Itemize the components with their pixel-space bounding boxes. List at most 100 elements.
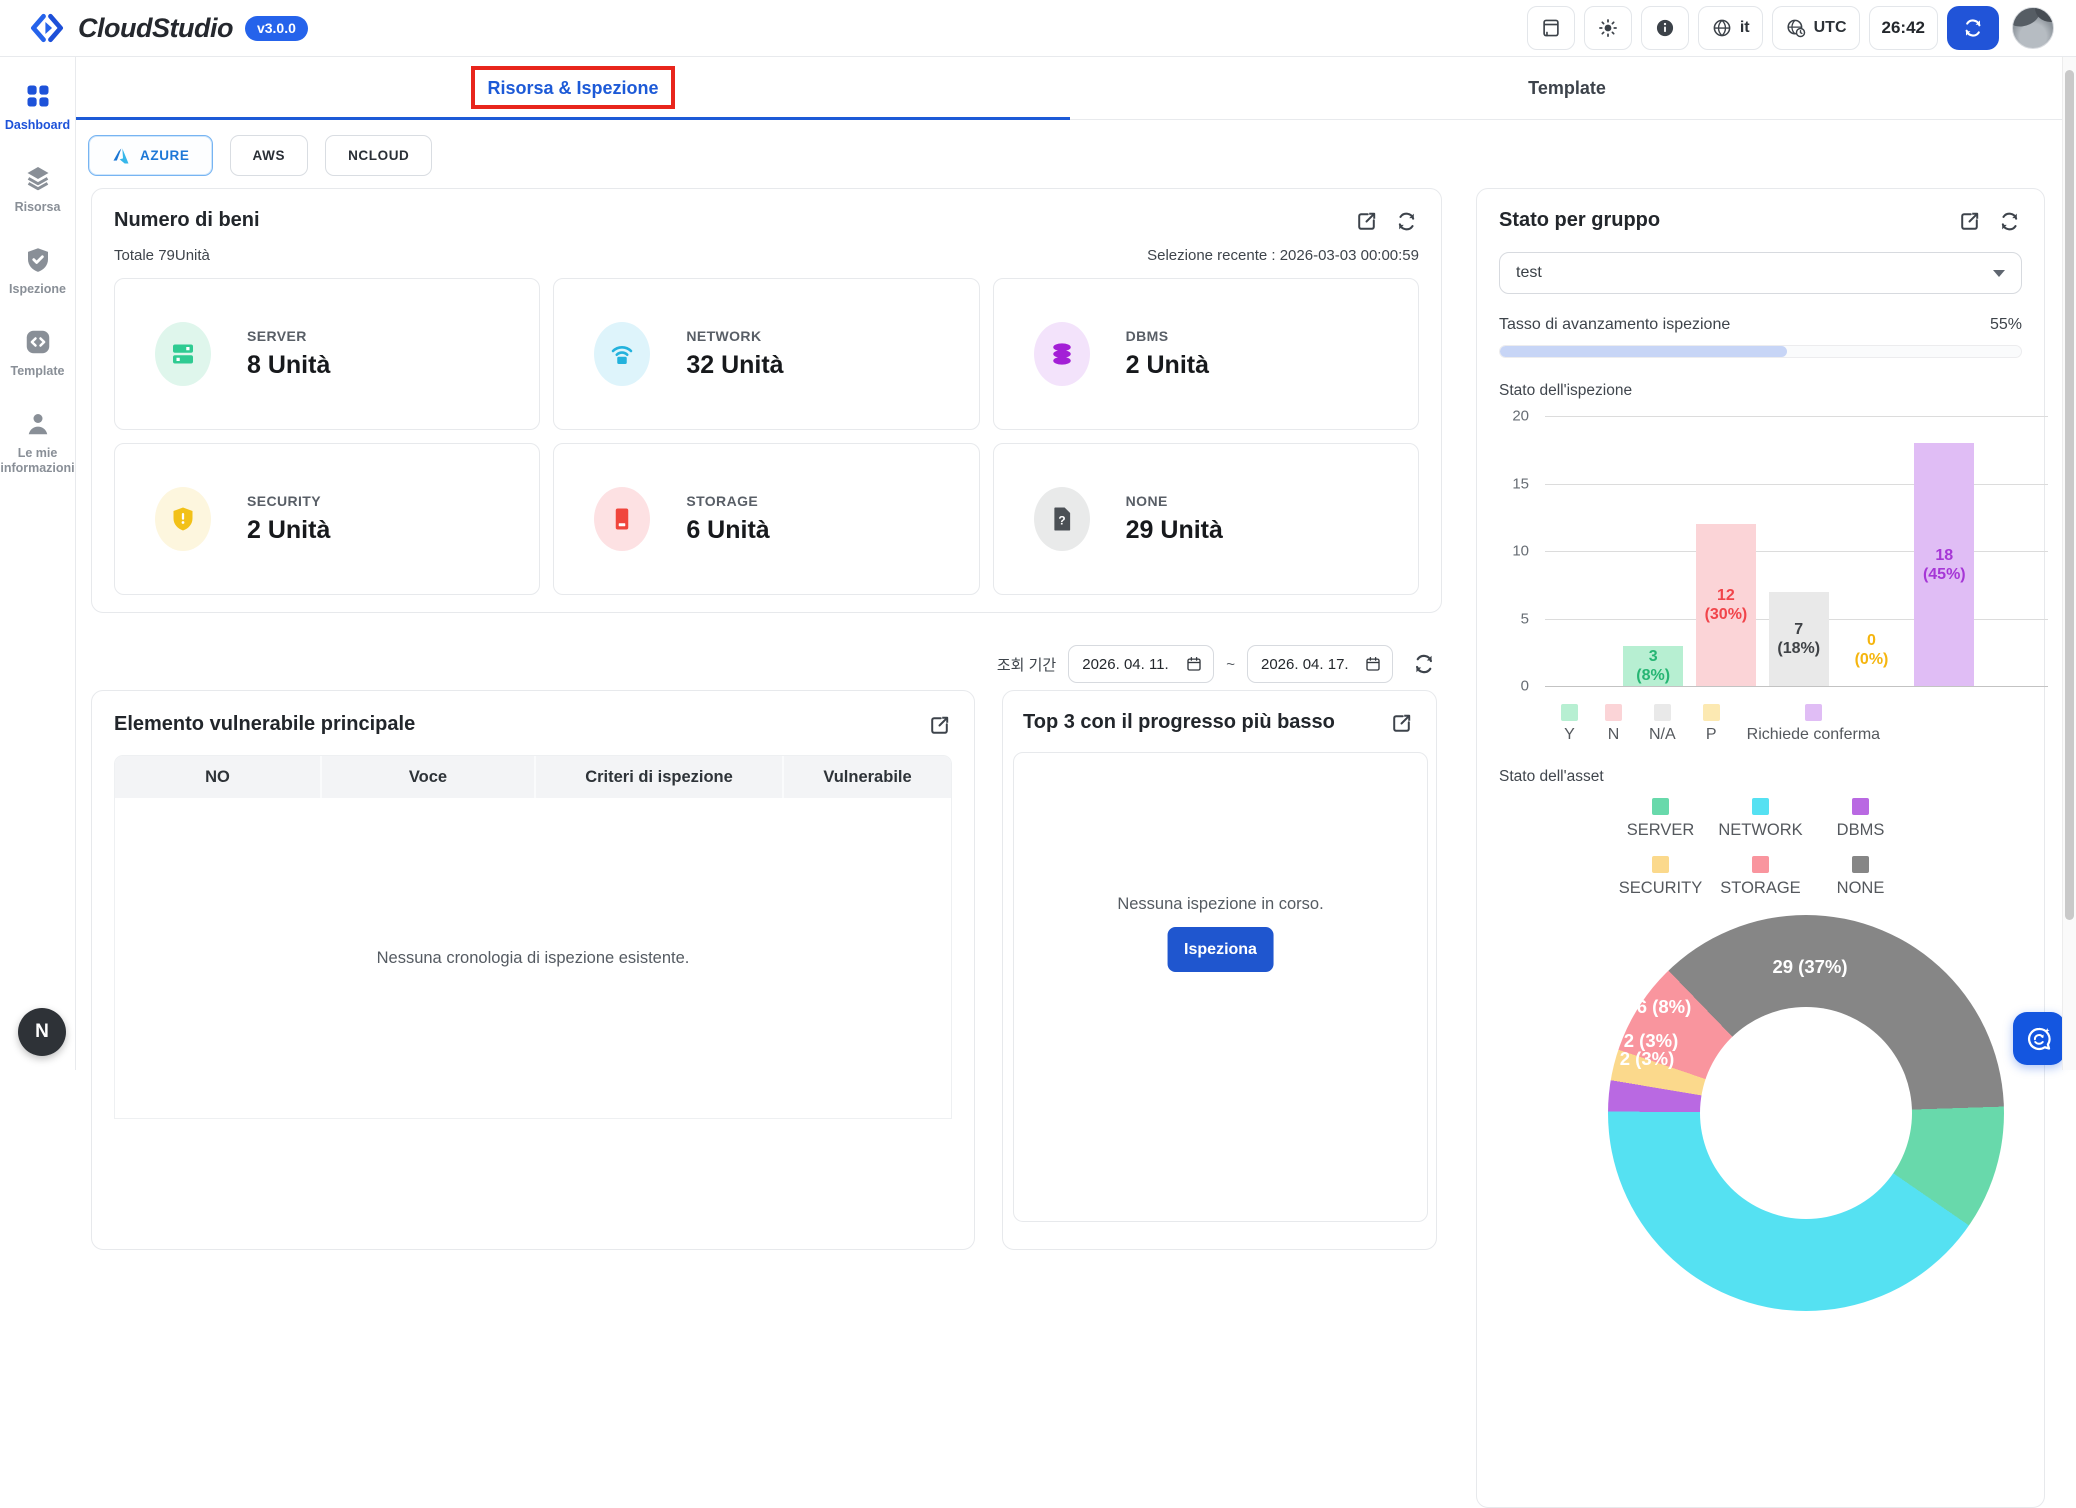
asset-legend-swatch: [1852, 856, 1869, 873]
timezone-button[interactable]: UTC: [1772, 6, 1860, 50]
gridline: [1545, 416, 2048, 417]
date-refresh-icon[interactable]: [1411, 651, 1437, 677]
assets-recent-label: Selezione recente : 2026-03-03 00:00:59: [1147, 247, 1419, 264]
reload-icon[interactable]: [1997, 209, 2022, 234]
table-empty-message: Nessuna cronologia di ispezione esistent…: [115, 798, 951, 1118]
version-badge: v3.0.0: [245, 16, 308, 41]
legend-label: P: [1706, 726, 1717, 744]
file-question-icon: ?: [1047, 504, 1077, 534]
theme-button[interactable]: [1584, 6, 1632, 50]
legend-item: N: [1605, 704, 1622, 744]
locale-button[interactable]: it: [1698, 6, 1763, 50]
page-scrollbar: [2062, 57, 2076, 1070]
topbar: CloudStudio v3.0.0 it UTC 26:42: [0, 0, 2076, 57]
asset-legend-label: NETWORK: [1718, 821, 1802, 840]
assets-total-label: Totale 79Unità: [114, 247, 210, 264]
info-button[interactable]: [1641, 6, 1689, 50]
open-external-icon[interactable]: [1957, 209, 1982, 234]
grid-icon: [23, 81, 53, 111]
timezone-button-label: UTC: [1814, 19, 1847, 37]
legend-item: Y: [1561, 704, 1578, 744]
provider-ncloud-button[interactable]: NCLOUD: [325, 135, 432, 176]
asset-tile-dbms[interactable]: DBMS2 Unità: [993, 278, 1419, 430]
asset-legend-swatch: [1852, 798, 1869, 815]
sun-icon: [1597, 17, 1619, 39]
calendar-icon: [1364, 655, 1382, 673]
tile-icon-wrap: [594, 322, 650, 386]
open-external-icon[interactable]: [1354, 209, 1379, 234]
globe-icon: [1711, 17, 1733, 39]
bar-value-label: 12 (30%): [1705, 586, 1748, 624]
sidebar-item-ispezione[interactable]: Ispezione: [0, 245, 76, 297]
manual-button[interactable]: [1527, 6, 1575, 50]
logo-group[interactable]: CloudStudio v3.0.0: [28, 9, 308, 47]
topbar-actions: it UTC 26:42: [1527, 6, 2054, 50]
asset-tile-none[interactable]: ?NONE29 Unità: [993, 443, 1419, 595]
refresh-button[interactable]: [1947, 6, 1999, 50]
scrollbar-thumb[interactable]: [2065, 70, 2074, 920]
vulnerable-card-title: Elemento vulnerabile principale: [114, 713, 415, 736]
tile-name: NETWORK: [686, 328, 783, 344]
legend-label: N/A: [1649, 726, 1676, 744]
table-column-header: Criteri di ispezione: [536, 756, 784, 798]
reload-icon[interactable]: [1394, 209, 1419, 234]
session-timer[interactable]: 26:42: [1869, 6, 1938, 50]
asset-tile-security[interactable]: SECURITY2 Unità: [114, 443, 540, 595]
shield-check-icon: [23, 245, 53, 275]
group-select[interactable]: test: [1499, 252, 2022, 294]
donut-hole: [1700, 1007, 1912, 1219]
tile-icon-wrap: [1034, 322, 1090, 386]
legend-item: N/A: [1649, 704, 1676, 744]
gridline: [1545, 686, 2048, 687]
date-to-value: 2026. 04. 17.: [1261, 656, 1349, 673]
date-from-input[interactable]: 2026. 04. 11.: [1068, 645, 1214, 683]
asset-legend-item: NETWORK: [1711, 798, 1811, 840]
legend-label: N: [1608, 726, 1620, 744]
date-to-input[interactable]: 2026. 04. 17.: [1247, 645, 1393, 683]
asset-legend-label: NONE: [1837, 879, 1885, 898]
donut-slice-label: 2 (3%): [1620, 1048, 1675, 1070]
person-icon: [23, 409, 53, 439]
bar-value-label: 7 (18%): [1777, 620, 1820, 658]
inspect-button[interactable]: Ispeziona: [1167, 927, 1274, 972]
open-external-icon[interactable]: [1389, 711, 1414, 736]
legend-swatch: [1703, 704, 1720, 721]
tile-value: 29 Unità: [1126, 516, 1223, 545]
sidebar-item-template[interactable]: Template: [0, 327, 76, 379]
asset-tile-server[interactable]: SERVER8 Unità: [114, 278, 540, 430]
server-icon: [168, 339, 198, 369]
y-axis-tick: 10: [1499, 543, 1529, 560]
tab-template[interactable]: Template: [1070, 57, 2064, 119]
inspection-chart-label: Stato dell'ispezione: [1499, 382, 2022, 400]
locale-button-label: it: [1740, 19, 1750, 37]
provider-azure-button[interactable]: AZURE: [88, 135, 213, 176]
ai-chat-button[interactable]: [2013, 1012, 2065, 1065]
tile-name: DBMS: [1126, 328, 1209, 344]
sidebar: Dashboard Risorsa Ispezione Template Le mie …: [0, 57, 76, 1070]
date-filter-label: 조회 기간: [997, 654, 1056, 675]
sidebar-item-label: Dashboard: [5, 118, 70, 133]
sidebar-item-label: Risorsa: [15, 200, 61, 215]
asset-chart-label: Stato dell'asset: [1499, 768, 2022, 786]
provider-aws-button[interactable]: AWS: [230, 135, 309, 176]
tile-icon-wrap: ?: [1034, 487, 1090, 551]
sidebar-item-label: Template: [11, 364, 65, 379]
calendar-icon: [1185, 655, 1203, 673]
sidebar-item-le-mie-informazioni[interactable]: Le mie informazioni: [0, 409, 76, 476]
tab-risorsa-ispezione[interactable]: Risorsa & Ispezione: [76, 57, 1070, 119]
asset-tile-network[interactable]: NETWORK32 Unità: [553, 278, 979, 430]
user-avatar[interactable]: [2012, 7, 2054, 49]
y-axis-tick: 20: [1499, 408, 1529, 425]
sidebar-item-dashboard[interactable]: Dashboard: [0, 81, 76, 133]
sidebar-item-risorsa[interactable]: Risorsa: [0, 163, 76, 215]
database-icon: [1047, 339, 1077, 369]
open-external-icon[interactable]: [927, 713, 952, 738]
date-range-separator: ~: [1226, 656, 1235, 673]
floating-user-badge[interactable]: N: [18, 1008, 66, 1056]
bar-value-label: 3 (8%): [1636, 647, 1670, 685]
asset-tile-storage[interactable]: STORAGE6 Unità: [553, 443, 979, 595]
progress-value: 55%: [1990, 316, 2022, 334]
legend-swatch: [1654, 704, 1671, 721]
top3-card-title: Top 3 con il progresso più basso: [1023, 711, 1335, 734]
tile-icon-wrap: [155, 322, 211, 386]
